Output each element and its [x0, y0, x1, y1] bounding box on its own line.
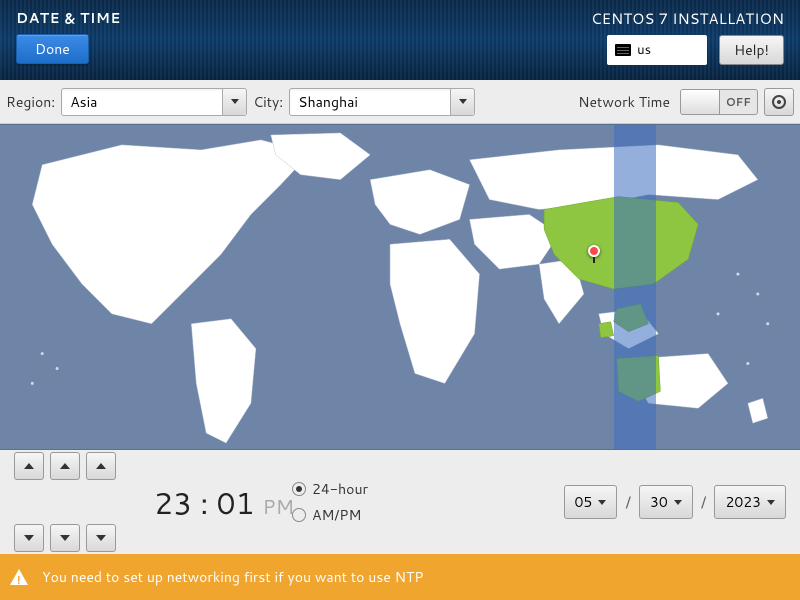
header-left: DATE & TIME Done: [16, 8, 121, 74]
time-spinners: [14, 452, 116, 552]
year-button[interactable]: 2023: [714, 485, 786, 519]
help-button[interactable]: Help!: [719, 35, 784, 65]
radio-24hour[interactable]: 24-hour: [292, 479, 368, 499]
month-button[interactable]: 05: [564, 485, 618, 519]
minutes-spinner: [50, 452, 80, 552]
toggle-knob: [681, 90, 720, 114]
hours-spinner: [14, 452, 44, 552]
timezone-map[interactable]: [0, 124, 800, 450]
ampm-value: PM: [263, 493, 294, 521]
chevron-down-icon: [459, 99, 467, 104]
keyboard-layout-indicator[interactable]: us: [607, 35, 707, 65]
time-display-wrap: 23:01 PM: [134, 452, 274, 552]
city-value: Shanghai: [290, 92, 450, 112]
network-time-toggle[interactable]: OFF: [680, 89, 758, 115]
keyboard-layout-text: us: [637, 41, 651, 59]
date-separator: /: [625, 491, 631, 514]
region-label: Region:: [6, 92, 55, 112]
region-value: Asia: [62, 92, 222, 112]
day-value: 30: [650, 492, 668, 512]
page-title: DATE & TIME: [16, 8, 121, 28]
controls-bar: Region: Asia City: Shanghai Network Time…: [0, 80, 800, 124]
done-button[interactable]: Done: [16, 34, 89, 64]
region-dropdown-button[interactable]: [222, 89, 246, 115]
hours-up-button[interactable]: [14, 452, 44, 480]
radio-dot-icon: [292, 482, 306, 496]
ntp-settings-button[interactable]: [764, 88, 794, 116]
radio-ampm[interactable]: AM/PM: [292, 505, 368, 525]
year-value: 2023: [725, 492, 761, 512]
chevron-down-icon: [598, 500, 606, 505]
header-bar: DATE & TIME Done CENTOS 7 INSTALLATION u…: [0, 0, 800, 80]
install-title: CENTOS 7 INSTALLATION: [591, 8, 784, 29]
location-pin-icon: [588, 245, 600, 257]
ampm-up-button[interactable]: [86, 452, 116, 480]
chevron-up-icon: [96, 463, 106, 469]
header-right: CENTOS 7 INSTALLATION us Help!: [591, 8, 784, 74]
header-right-row: us Help!: [607, 35, 784, 65]
minutes-up-button[interactable]: [50, 452, 80, 480]
gear-icon: [772, 95, 786, 109]
time-format-radios: 24-hour AM/PM: [292, 479, 368, 525]
time-display: 23:01 PM: [154, 481, 294, 524]
network-time-label: Network Time: [578, 92, 670, 112]
ampm-spinner: [86, 452, 116, 552]
keyboard-icon: [615, 44, 631, 56]
date-separator: /: [701, 491, 707, 514]
hours-value: 23: [154, 481, 192, 524]
minutes-value: 01: [216, 481, 254, 524]
chevron-down-icon: [60, 535, 70, 541]
time-colon: :: [200, 481, 208, 524]
toggle-state-text: OFF: [720, 90, 758, 114]
month-value: 05: [575, 492, 593, 512]
chevron-down-icon: [767, 500, 775, 505]
warning-message: You need to set up networking first if y…: [42, 567, 423, 587]
time-date-panel: 23:01 PM 24-hour AM/PM 05 / 30 / 2023: [0, 450, 800, 554]
day-button[interactable]: 30: [639, 485, 693, 519]
chevron-up-icon: [60, 463, 70, 469]
city-combobox[interactable]: Shanghai: [289, 88, 475, 116]
radio-dot-icon: [292, 508, 306, 522]
warning-icon: [10, 569, 28, 585]
hours-down-button[interactable]: [14, 524, 44, 552]
chevron-down-icon: [24, 535, 34, 541]
world-map-svg: [0, 125, 800, 449]
minutes-down-button[interactable]: [50, 524, 80, 552]
warning-bar: You need to set up networking first if y…: [0, 554, 800, 600]
radio-ampm-label: AM/PM: [312, 505, 361, 525]
radio-24hour-label: 24-hour: [312, 479, 368, 499]
chevron-down-icon: [96, 535, 106, 541]
ampm-down-button[interactable]: [86, 524, 116, 552]
chevron-up-icon: [24, 463, 34, 469]
chevron-down-icon: [231, 99, 239, 104]
city-dropdown-button[interactable]: [450, 89, 474, 115]
timezone-highlight-band: [614, 125, 656, 449]
city-label: City:: [253, 92, 283, 112]
date-picker: 05 / 30 / 2023: [564, 485, 786, 519]
region-combobox[interactable]: Asia: [61, 88, 247, 116]
chevron-down-icon: [674, 500, 682, 505]
